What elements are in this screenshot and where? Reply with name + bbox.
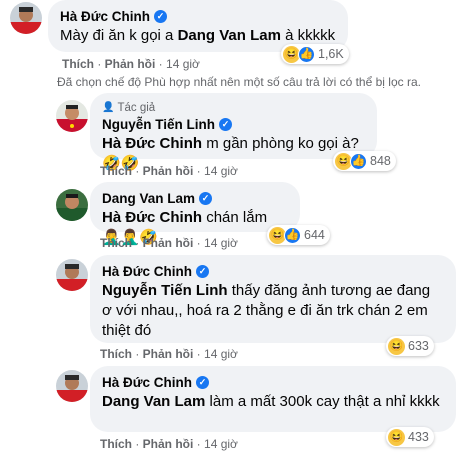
mention-link[interactable]: Dang Van Lam bbox=[102, 393, 205, 410]
comment-author[interactable]: Dang Van Lam ✓ bbox=[102, 190, 213, 207]
mention-link[interactable]: Hà Đức Chinh bbox=[102, 135, 202, 152]
like-button[interactable]: Thích bbox=[62, 57, 94, 71]
comment-author[interactable]: Hà Đức Chinh ✓ bbox=[102, 374, 210, 391]
comment-bubble: Hà Đức Chinh ✓ Nguyễn Tiến Linh thấy đăn… bbox=[90, 255, 456, 343]
filter-note: Đã chọn chế độ Phù hợp nhất nên một số c… bbox=[57, 75, 421, 89]
comment-author[interactable]: Hà Đức Chinh ✓ bbox=[60, 8, 168, 25]
reaction-count: 644 bbox=[304, 228, 325, 242]
reply-button[interactable]: Phản hồi bbox=[143, 236, 194, 250]
like-reaction-icon: 👍 bbox=[298, 45, 315, 63]
comment-author[interactable]: Hà Đức Chinh ✓ bbox=[102, 263, 210, 280]
verified-badge-icon: ✓ bbox=[154, 10, 168, 23]
reply-button[interactable]: Phản hồi bbox=[143, 437, 194, 451]
comment-actions: Thích · Phản hồi · 14 giờ bbox=[100, 236, 238, 250]
like-button[interactable]: Thích bbox=[100, 437, 132, 451]
reaction-summary[interactable]: 😆 👍 644 bbox=[267, 225, 330, 245]
reply-button[interactable]: Phản hồi bbox=[143, 347, 194, 361]
like-reaction-icon: 👍 bbox=[284, 226, 301, 244]
mention-link[interactable]: Nguyễn Tiến Linh bbox=[102, 282, 228, 299]
comment-text: Mày đi ăn k gọi a Dang Van Lam à kkkkk bbox=[60, 27, 336, 44]
comment-time[interactable]: 14 giờ bbox=[204, 164, 238, 178]
avatar[interactable] bbox=[56, 189, 88, 221]
reaction-count: 633 bbox=[408, 339, 429, 353]
reaction-count: 433 bbox=[408, 430, 429, 444]
avatar[interactable] bbox=[56, 370, 88, 402]
comment-time[interactable]: 14 giờ bbox=[166, 57, 200, 71]
comment-text: Nguyễn Tiến Linh thấy đăng ảnh tương ae … bbox=[102, 282, 431, 339]
reaction-summary[interactable]: 😆 👍 1,6K bbox=[281, 44, 349, 64]
comment-bubble: Hà Đức Chinh ✓ Dang Van Lam làm a mất 30… bbox=[90, 366, 456, 432]
comment-text: Dang Van Lam làm a mất 300k cay thật a n… bbox=[102, 393, 440, 410]
haha-reaction-icon: 😆 bbox=[388, 337, 405, 355]
author-badge-icon: 👤 bbox=[102, 102, 115, 113]
reaction-summary[interactable]: 😆 👍 848 bbox=[333, 151, 396, 171]
avatar[interactable] bbox=[56, 259, 88, 291]
verified-badge-icon: ✓ bbox=[196, 376, 210, 389]
like-button[interactable]: Thích bbox=[100, 236, 132, 250]
avatar[interactable] bbox=[56, 100, 88, 132]
comment-actions: Thích · Phản hồi · 14 giờ bbox=[100, 437, 238, 451]
comment-bubble: 👤 Tác giả Nguyễn Tiến Linh ✓ Hà Đức Chin… bbox=[90, 93, 377, 172]
mention-link[interactable]: Dang Van Lam bbox=[178, 27, 281, 44]
comment-author[interactable]: Nguyễn Tiến Linh ✓ bbox=[102, 116, 233, 133]
reaction-summary[interactable]: 😆 433 bbox=[386, 427, 434, 447]
comment-time[interactable]: 14 giờ bbox=[204, 236, 238, 250]
comment-actions: Thích · Phản hồi · 14 giờ bbox=[100, 347, 238, 361]
avatar[interactable] bbox=[10, 2, 42, 34]
reply-button[interactable]: Phản hồi bbox=[143, 164, 194, 178]
comment-actions: Thích · Phản hồi · 14 giờ bbox=[62, 57, 200, 71]
reaction-count: 1,6K bbox=[318, 47, 344, 61]
author-badge: 👤 Tác giả bbox=[102, 102, 156, 114]
comment-actions: Thích · Phản hồi · 14 giờ bbox=[100, 164, 238, 178]
comment-time[interactable]: 14 giờ bbox=[204, 437, 238, 451]
reply-button[interactable]: Phản hồi bbox=[105, 57, 156, 71]
verified-badge-icon: ✓ bbox=[219, 118, 233, 131]
reaction-count: 848 bbox=[370, 154, 391, 168]
like-button[interactable]: Thích bbox=[100, 164, 132, 178]
like-button[interactable]: Thích bbox=[100, 347, 132, 361]
verified-badge-icon: ✓ bbox=[196, 265, 210, 278]
comment-time[interactable]: 14 giờ bbox=[204, 347, 238, 361]
like-reaction-icon: 👍 bbox=[350, 152, 367, 170]
haha-reaction-icon: 😆 bbox=[388, 428, 405, 446]
reaction-summary[interactable]: 😆 633 bbox=[386, 336, 434, 356]
verified-badge-icon: ✓ bbox=[199, 192, 213, 205]
mention-link[interactable]: Hà Đức Chinh bbox=[102, 209, 202, 226]
comment-bubble: Dang Van Lam ✓ Hà Đức Chinh chán lắm 🤦‍♂… bbox=[90, 182, 300, 246]
